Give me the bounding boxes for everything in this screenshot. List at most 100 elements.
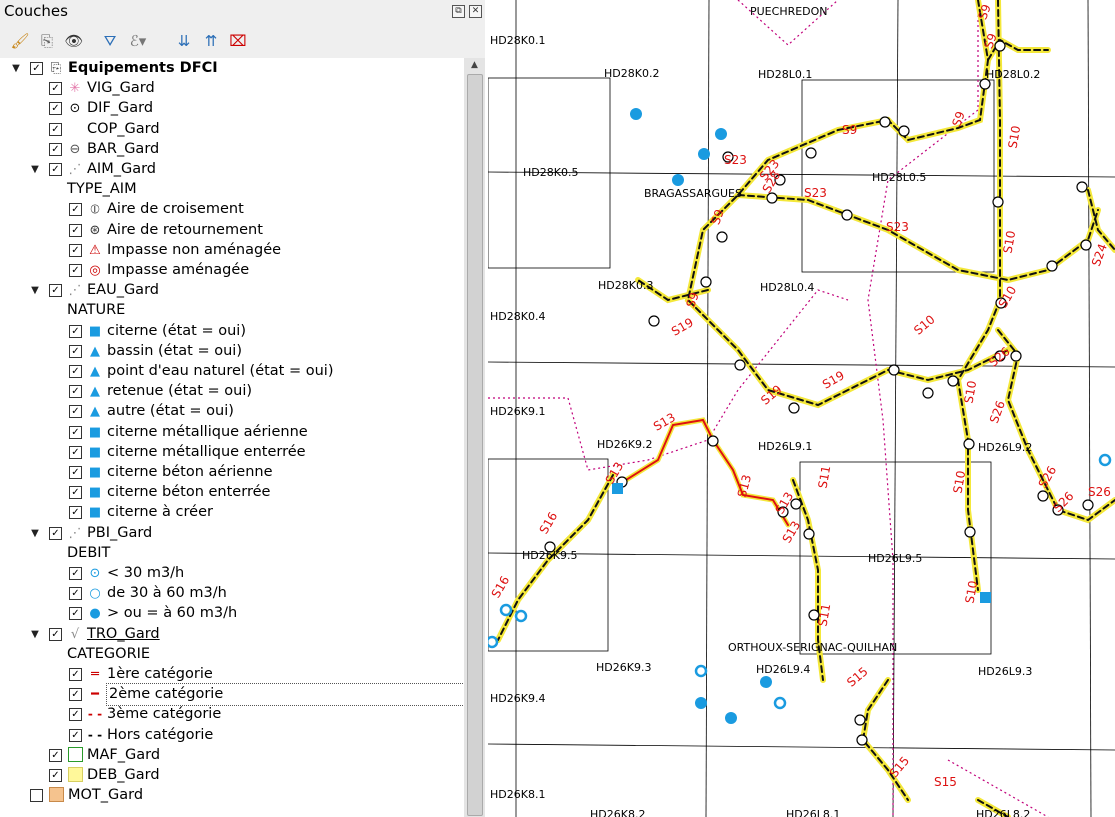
grid-lines <box>488 0 1115 817</box>
legend-class-18[interactable]: ✓ ■ citerne métallique aérienne <box>0 422 464 443</box>
legend-class-17[interactable]: ✓ ▲ autre (état = oui) <box>0 401 464 422</box>
visibility-checkbox[interactable]: ✓ <box>69 729 82 742</box>
rule-based-icon: ⋰ <box>68 162 82 177</box>
legend-class-25[interactable]: ✓ ⊙ < 30 m3/h <box>0 563 464 584</box>
legend-class-26[interactable]: ✓ ○ de 30 à 60 m3/h <box>0 583 464 604</box>
layer-11[interactable]: ▼ ✓ ⋰ EAU_Gard <box>0 280 464 301</box>
visibility-checkbox[interactable] <box>30 789 43 802</box>
layer-4[interactable]: ✓ ⊖ BAR_Gard <box>0 139 464 160</box>
scroll-thumb[interactable] <box>467 74 483 816</box>
layer-2[interactable]: ✓ ⊙ DIF_Gard <box>0 98 464 119</box>
collapse-arrow-icon[interactable]: ▼ <box>29 280 41 301</box>
legend-class-9[interactable]: ✓ ⚠ Impasse non aménagée <box>0 240 464 261</box>
visibility-checkbox[interactable]: ✓ <box>69 325 82 338</box>
legend-class-20[interactable]: ✓ ■ citerne béton aérienne <box>0 462 464 483</box>
warning-triangle-icon: ⚠ <box>89 243 101 258</box>
legend-class-33[interactable]: ✓ - - Hors catégorie <box>0 725 464 746</box>
legend-class-22[interactable]: ✓ ■ citerne à créer <box>0 502 464 523</box>
visibility-checkbox[interactable]: ✓ <box>69 224 82 237</box>
layer-1[interactable]: ✓ ✳ VIG_Gard <box>0 78 464 99</box>
collapse-arrow-icon[interactable]: ▼ <box>29 159 41 180</box>
remove-layer-icon[interactable]: ⌧ <box>228 31 248 51</box>
visibility-checkbox[interactable]: ✓ <box>69 607 82 620</box>
trail-route-label: S23 <box>724 153 747 167</box>
float-panel-button[interactable]: ⧉ <box>452 5 465 18</box>
grid-cell-label: HD28K0.3 <box>598 279 654 292</box>
legend-header-label: DEBIT <box>67 545 111 561</box>
scroll-up-icon[interactable]: ▲ <box>464 58 485 72</box>
legend-class-30[interactable]: ✓ ═ 1ère catégorie <box>0 664 464 685</box>
layer-group-0[interactable]: ▼ ✓ ⎘ Equipements DFCI <box>0 58 464 79</box>
s13-route <box>617 418 789 526</box>
layer-label: Aire de croisement <box>107 201 244 217</box>
visibility-checkbox[interactable]: ✓ <box>49 769 62 782</box>
visibility-checkbox[interactable]: ✓ <box>69 385 82 398</box>
visibility-checkbox[interactable]: ✓ <box>69 506 82 519</box>
bar-circle-icon: ⊖ <box>69 142 81 157</box>
visibility-checkbox[interactable]: ✓ <box>69 587 82 600</box>
visibility-checkbox[interactable]: ✓ <box>69 668 82 681</box>
layer-label: Hors catégorie <box>107 727 214 743</box>
layer-5[interactable]: ▼ ✓ ⋰ AIM_Gard <box>0 159 464 180</box>
collapse-arrow-icon[interactable]: ▼ <box>29 523 41 544</box>
visibility-checkbox[interactable]: ✓ <box>69 486 82 499</box>
visibility-checkbox[interactable]: ✓ <box>49 82 62 95</box>
visibility-checkbox[interactable]: ✓ <box>49 102 62 115</box>
visibility-checkbox[interactable]: ✓ <box>69 426 82 439</box>
visibility-checkbox[interactable]: ✓ <box>49 143 62 156</box>
close-panel-button[interactable]: ✕ <box>469 5 482 18</box>
visibility-checkbox[interactable]: ✓ <box>69 345 82 358</box>
tree-scrollbar[interactable]: ▲ <box>464 58 485 817</box>
legend-class-27[interactable]: ✓ ● > ou = à 60 m3/h <box>0 603 464 624</box>
collapse-all-icon[interactable]: ⇈ <box>201 31 221 51</box>
legend-class-13[interactable]: ✓ ■ citerne (état = oui) <box>0 321 464 342</box>
legend-class-21[interactable]: ✓ ■ citerne béton enterrée <box>0 482 464 503</box>
expand-arrow-icon[interactable] <box>10 785 22 806</box>
legend-class-16[interactable]: ✓ ▲ retenue (état = oui) <box>0 381 464 402</box>
visibility-checkbox[interactable]: ✓ <box>69 446 82 459</box>
visibility-checkbox[interactable]: ✓ <box>49 749 62 762</box>
visibility-checkbox[interactable]: ✓ <box>69 365 82 378</box>
visibility-checkbox[interactable]: ✓ <box>69 405 82 418</box>
collapse-arrow-icon[interactable]: ▼ <box>29 624 41 645</box>
legend-class-15[interactable]: ✓ ▲ point d'eau naturel (état = oui) <box>0 361 464 382</box>
visibility-checkbox[interactable]: ✓ <box>49 284 62 297</box>
visibility-checkbox[interactable]: ✓ <box>49 527 62 540</box>
visibility-icon[interactable]: 👁▾ <box>64 31 84 70</box>
visibility-checkbox[interactable]: ✓ <box>30 62 43 75</box>
visibility-checkbox[interactable]: ✓ <box>69 203 82 216</box>
visibility-checkbox[interactable]: ✓ <box>49 163 62 176</box>
legend-class-19[interactable]: ✓ ■ citerne métallique enterrée <box>0 442 464 463</box>
style-manager-icon[interactable]: 🖌 <box>10 31 30 51</box>
legend-class-14[interactable]: ✓ ▲ bassin (état = oui) <box>0 341 464 362</box>
layer-34[interactable]: ✓ MAF_Gard <box>0 745 464 766</box>
legend-class-8[interactable]: ✓ ⊛ Aire de retournement <box>0 220 464 241</box>
add-group-icon[interactable]: ⎘ <box>37 31 57 51</box>
expression-filter-icon[interactable]: ℰ▾ <box>128 31 148 51</box>
layer-group-36[interactable]: MOT_Gard <box>0 785 464 806</box>
layer-3[interactable]: ✓ COP_Gard <box>0 119 464 140</box>
visibility-checkbox[interactable]: ✓ <box>49 628 62 641</box>
collapse-arrow-icon[interactable]: ▼ <box>10 58 22 79</box>
visibility-checkbox[interactable]: ✓ <box>69 567 82 580</box>
visibility-checkbox[interactable]: ✓ <box>49 123 62 136</box>
layer-28[interactable]: ▼ ✓ √ TRO_Gard <box>0 624 464 645</box>
trail-route-label: S15 <box>934 775 957 789</box>
visibility-checkbox[interactable]: ✓ <box>69 264 82 277</box>
filter-icon[interactable]: ⛛ <box>100 31 120 51</box>
visibility-checkbox[interactable]: ✓ <box>69 688 82 701</box>
legend-class-32[interactable]: ✓ - - 3ème catégorie <box>0 704 464 725</box>
visibility-checkbox[interactable]: ✓ <box>69 244 82 257</box>
visibility-checkbox[interactable]: ✓ <box>69 708 82 721</box>
map-canvas[interactable]: PUECHREDON HD28K0.1 HD28K0.2 HD28L0.1 HD28L0… <box>488 0 1115 817</box>
legend-class-31[interactable]: ✓ ━ 2ème catégorie <box>0 683 465 706</box>
layer-35[interactable]: ✓ DEB_Gard <box>0 765 464 786</box>
trail-route-label: S26 <box>1088 485 1111 499</box>
legend-class-7[interactable]: ✓ ⦶ Aire de croisement <box>0 199 464 220</box>
visibility-checkbox[interactable]: ✓ <box>69 466 82 479</box>
layer-label: DEB_Gard <box>87 767 160 783</box>
layer-23[interactable]: ▼ ✓ ⋰ PBI_Gard <box>0 523 464 544</box>
grid-cell-label: HD26L9.1 <box>758 440 813 453</box>
expand-all-icon[interactable]: ⇊ <box>174 31 194 51</box>
legend-class-10[interactable]: ✓ ◎ Impasse aménagée <box>0 260 464 281</box>
